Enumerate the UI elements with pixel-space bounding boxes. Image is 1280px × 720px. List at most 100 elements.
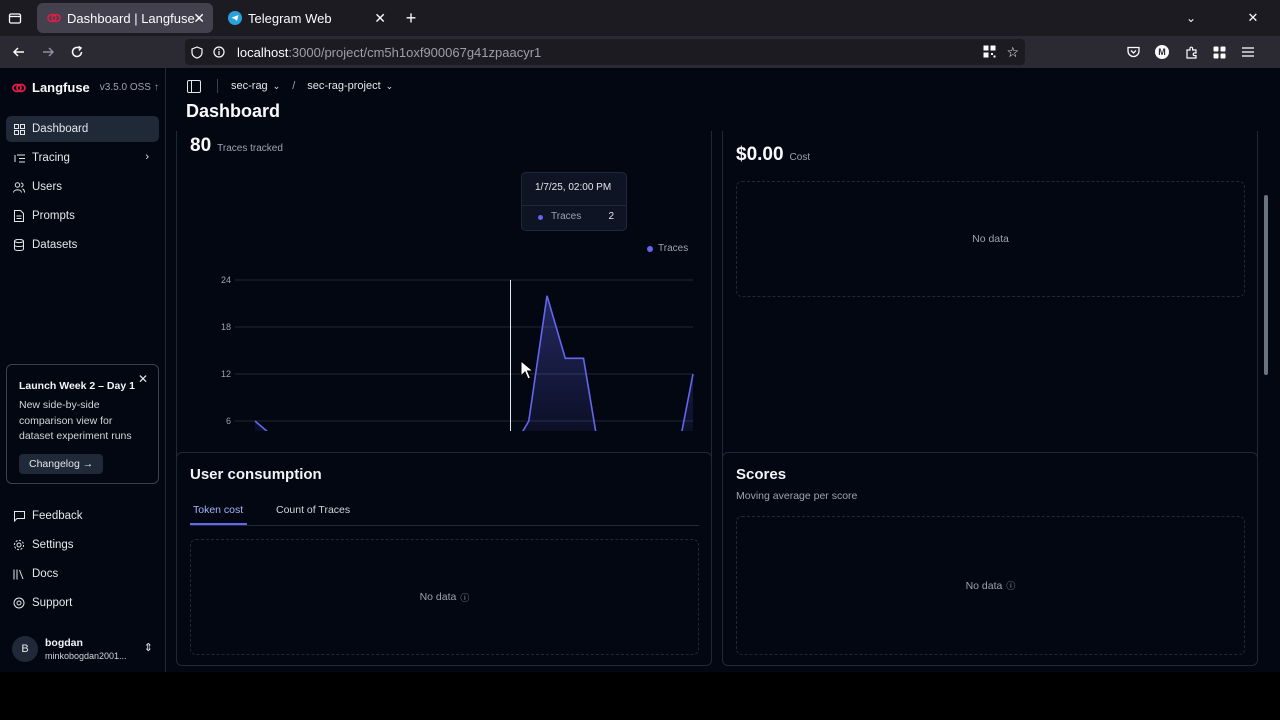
chart-legend: Traces: [647, 243, 688, 254]
changelog-button[interactable]: Changelog →: [19, 453, 104, 474]
bookmark-star-icon[interactable]: ☆: [1006, 44, 1019, 61]
tab-title: Dashboard | Langfuse: [67, 10, 195, 26]
y-tick-label: 24: [221, 275, 231, 285]
list-tree-icon: [13, 152, 25, 164]
url-host: localhost: [237, 44, 289, 60]
chevron-right-icon: ›: [145, 151, 149, 163]
browser-tab-telegram[interactable]: Telegram Web ✕: [218, 3, 394, 33]
tab-token-cost[interactable]: Token cost: [193, 504, 243, 516]
launch-week-promo: Launch Week 2 – Day 1 New side-by-side c…: [6, 364, 159, 484]
tab-title: Telegram Web: [248, 10, 332, 26]
tooltip-dot-icon: [538, 215, 543, 220]
hamburger-menu-icon[interactable]: [1239, 43, 1257, 61]
qr-code-icon[interactable]: [983, 45, 996, 58]
y-tick-label: 6: [226, 416, 231, 426]
browser-tab-bar: Dashboard | Langfuse ✕ Telegram Web ✕ + …: [0, 0, 1280, 36]
card-subtitle: Moving average per score: [736, 490, 858, 502]
page-title: Dashboard: [186, 101, 281, 121]
browser-nav-bar: localhost:3000/project/cm5h1oxf900067g41…: [0, 36, 1280, 68]
close-tab-icon[interactable]: ✕: [193, 10, 205, 27]
url-bar[interactable]: localhost:3000/project/cm5h1oxf900067g41…: [185, 39, 1025, 65]
sidebar-item-label: Datasets: [32, 239, 78, 251]
card-title: Scores: [736, 466, 787, 483]
pocket-icon[interactable]: [1124, 43, 1142, 61]
library-icon: [13, 568, 25, 580]
sidebar-item-feedback[interactable]: Feedback: [6, 503, 159, 529]
account-avatar-icon[interactable]: M: [1153, 43, 1171, 61]
tooltip-value: 2: [608, 211, 614, 222]
info-icon[interactable]: ⓘ: [460, 591, 469, 604]
sidebar-item-users[interactable]: Users: [6, 174, 159, 200]
promo-title: Launch Week 2 – Day 1: [19, 380, 135, 392]
brand[interactable]: Langfuse v3.5.0 OSS ↑: [12, 80, 159, 95]
tab-count-of-traces[interactable]: Count of Traces: [276, 504, 350, 516]
sidebar-item-settings[interactable]: Settings: [6, 532, 159, 558]
tabs-divider: [190, 525, 699, 526]
chevron-down-icon: ⌄: [272, 80, 281, 91]
bottom-bar: [0, 672, 1280, 720]
user-menu[interactable]: B bogdan minkobogdan2001... ⇕: [12, 634, 157, 664]
back-icon[interactable]: [10, 43, 28, 61]
lifebuoy-icon: [13, 597, 25, 609]
sidebar-item-tracing[interactable]: Tracing ›: [6, 145, 159, 171]
page-info-icon[interactable]: [213, 46, 227, 58]
scrollbar-track[interactable]: [1268, 68, 1280, 672]
legend-label: Traces: [658, 243, 689, 254]
close-window-icon[interactable]: ✕: [1244, 9, 1262, 27]
card-title: User consumption: [190, 466, 322, 483]
users-icon: [13, 181, 25, 193]
user-name: bogdan: [45, 637, 83, 649]
reload-icon[interactable]: [68, 43, 86, 61]
info-icon[interactable]: ⓘ: [1006, 579, 1015, 592]
tab-overview-icon[interactable]: [6, 9, 24, 27]
sidebar-item-dashboard[interactable]: Dashboard: [6, 116, 159, 142]
mouse-cursor-icon: [520, 360, 535, 380]
sidebar-item-label: Feedback: [32, 510, 83, 522]
no-data-text: No data: [419, 591, 457, 603]
user-email: minkobogdan2001...: [45, 651, 127, 661]
url-path: :3000/project/cm5h1oxf900067g41zpaacyr1: [288, 44, 542, 60]
chevron-down-icon: ⌄: [385, 80, 394, 91]
sidebar-item-label: Docs: [32, 568, 59, 580]
browser-tab-langfuse[interactable]: Dashboard | Langfuse ✕: [37, 3, 213, 33]
breadcrumb-project[interactable]: sec-rag-project ⌄: [307, 80, 393, 92]
divider: [217, 79, 218, 93]
sidebar-item-prompts[interactable]: Prompts: [6, 203, 159, 229]
sidebar-item-label: Support: [32, 597, 73, 609]
sidebar-item-datasets[interactable]: Datasets: [6, 232, 159, 258]
langfuse-logo-icon: [12, 83, 26, 92]
scores-card: Scores Moving average per score No data …: [722, 452, 1258, 666]
no-data-text: No data: [965, 579, 1003, 592]
grid-icon: [13, 123, 25, 135]
close-icon[interactable]: ✕: [138, 372, 148, 386]
list-all-tabs-icon[interactable]: ⌄: [1182, 9, 1200, 27]
forward-icon[interactable]: [39, 43, 57, 61]
app-root: Langfuse v3.5.0 OSS ↑ Dashboard Tracing …: [0, 68, 1268, 672]
scores-no-data: No data ⓘ: [736, 516, 1245, 655]
sidebar-item-support[interactable]: Support: [6, 590, 159, 616]
scrollbar-thumb[interactable]: [1264, 195, 1268, 375]
shield-icon[interactable]: [191, 45, 205, 59]
sidebar-toggle-icon[interactable]: [187, 79, 201, 93]
org-name: sec-rag: [231, 80, 268, 92]
apps-grid-icon[interactable]: [1210, 43, 1228, 61]
cost-no-data: No data: [736, 181, 1245, 297]
sidebar-item-docs[interactable]: Docs: [6, 561, 159, 587]
y-tick-label: 12: [221, 369, 231, 379]
message-square-icon: [13, 510, 25, 522]
settings-icon: [13, 539, 25, 551]
extensions-icon[interactable]: [1182, 43, 1200, 61]
promo-body: New side-by-side comparison view for dat…: [19, 399, 132, 442]
new-tab-icon[interactable]: +: [402, 8, 420, 28]
project-name: sec-rag-project: [307, 80, 381, 92]
close-tab-icon[interactable]: ✕: [374, 10, 386, 27]
arrow-up-icon: ↑: [153, 82, 159, 93]
chevrons-up-down-icon: ⇕: [143, 642, 153, 654]
breadcrumb-org[interactable]: sec-rag ⌄: [231, 80, 280, 92]
sidebar-item-label: Dashboard: [32, 123, 89, 135]
sidebar-item-label: Prompts: [32, 210, 75, 222]
traces-chart[interactable]: 061218241/7/25, 12:00 AM1/7/25, 04:00 AM…: [177, 131, 713, 431]
series-area: [255, 295, 693, 431]
breadcrumb-separator: /: [292, 80, 296, 92]
version-badge[interactable]: v3.5.0 OSS: [100, 82, 151, 93]
